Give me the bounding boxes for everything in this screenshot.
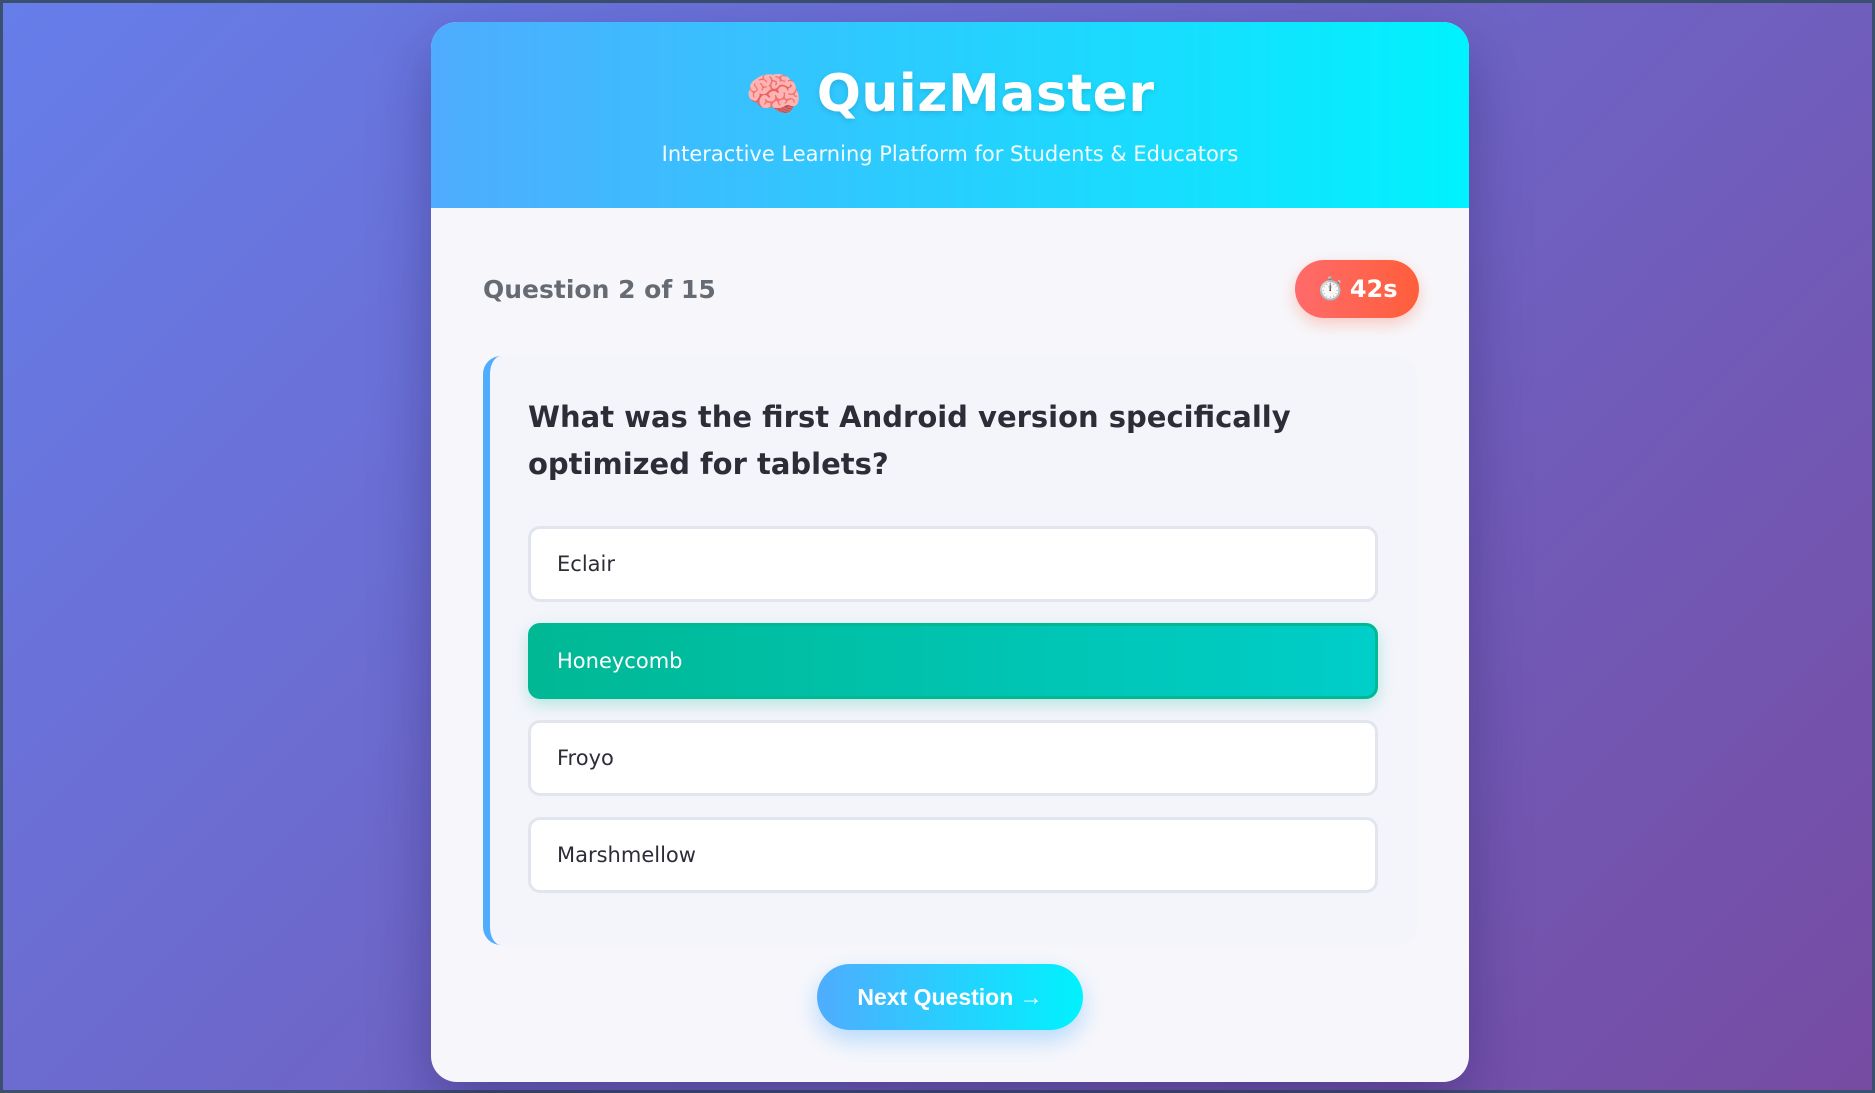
brain-icon: 🧠 xyxy=(745,67,803,121)
question-progress: Question 2 of 15 xyxy=(483,274,716,304)
quiz-card: 🧠 QuizMaster Interactive Learning Platfo… xyxy=(431,22,1469,1082)
timer-badge: ⏱️ 42s xyxy=(1295,260,1419,318)
title-row: 🧠 QuizMaster xyxy=(431,64,1469,124)
question-meta: Question 2 of 15 ⏱️ 42s xyxy=(483,260,1419,318)
answer-option[interactable]: Honeycomb xyxy=(528,623,1378,699)
app-header: 🧠 QuizMaster Interactive Learning Platfo… xyxy=(431,22,1469,208)
stopwatch-icon: ⏱️ xyxy=(1316,276,1344,302)
app-subtitle: Interactive Learning Platform for Studen… xyxy=(661,142,1239,166)
timer-value: 42s xyxy=(1349,275,1398,303)
question-text: What was the first Android version speci… xyxy=(528,400,1291,481)
answer-options: Eclair Honeycomb Froyo Marshmellow xyxy=(528,526,1379,893)
question-panel: What was the first Android version speci… xyxy=(483,356,1417,945)
answer-option[interactable]: Marshmellow xyxy=(528,817,1378,893)
next-question-button[interactable]: Next Question → xyxy=(817,964,1083,1030)
answer-option[interactable]: Froyo xyxy=(528,720,1378,796)
app-title: QuizMaster xyxy=(816,64,1155,124)
answer-option[interactable]: Eclair xyxy=(528,526,1378,602)
